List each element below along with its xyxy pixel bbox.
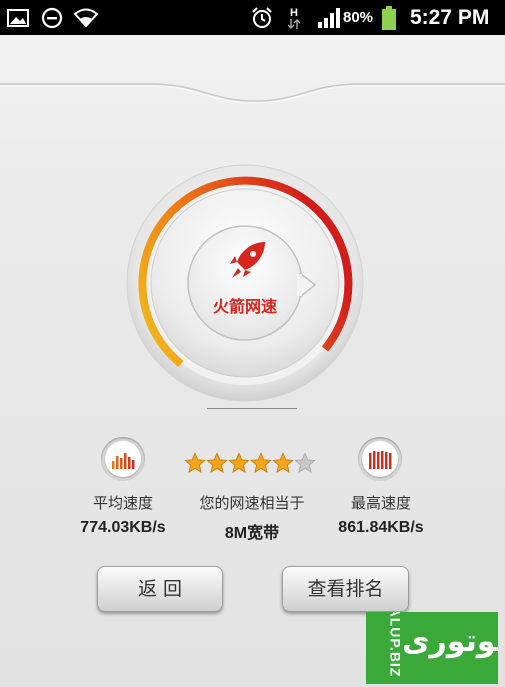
- star-filled-icon: [250, 452, 272, 473]
- header-wave: [0, 83, 505, 104]
- signal-icon: [316, 0, 342, 35]
- wifi-icon: [72, 0, 100, 35]
- do-not-disturb-icon: [40, 0, 64, 35]
- view-ranking-button[interactable]: 查看排名: [282, 566, 409, 612]
- average-speed-value: 774.03KB/s: [80, 519, 166, 536]
- speed-gauge: 火箭网速: [125, 163, 365, 403]
- max-speed-icon: [358, 437, 402, 481]
- speed-rating: [184, 452, 316, 476]
- battery-percent: 80%: [343, 9, 374, 26]
- equivalent-value: 8M宽带: [224, 525, 280, 542]
- battery-icon: [380, 0, 398, 35]
- rocket-icon: [230, 242, 265, 278]
- star-filled-icon: [272, 452, 294, 473]
- max-speed-label: 最高速度: [350, 494, 411, 512]
- watermark-logo: ALUP.BIZ الوتوری: [366, 612, 498, 684]
- watermark-vertical-text: ALUP.BIZ: [387, 612, 404, 678]
- average-speed-icon: [101, 437, 145, 481]
- star-filled-icon: [184, 452, 206, 473]
- equivalent-label: 您的网速相当于: [199, 494, 305, 512]
- star-filled-icon: [228, 452, 250, 473]
- gallery-icon: [6, 0, 30, 35]
- clock: 5:27 PM: [410, 6, 490, 29]
- divider: [207, 408, 297, 409]
- average-speed-label: 平均速度: [92, 494, 153, 512]
- star-empty-icon: [294, 452, 316, 473]
- alarm-icon: [250, 0, 274, 35]
- max-speed-value: 861.84KB/s: [338, 519, 424, 536]
- watermark-logo-text: الوتوری: [402, 624, 498, 659]
- data-arrows-icon: H: [285, 0, 303, 35]
- star-filled-icon: [206, 452, 228, 473]
- brand-label: 火箭网速: [212, 297, 277, 316]
- status-bar: H 80% 5:27 PM: [0, 0, 505, 35]
- back-button[interactable]: 返 回: [97, 566, 223, 612]
